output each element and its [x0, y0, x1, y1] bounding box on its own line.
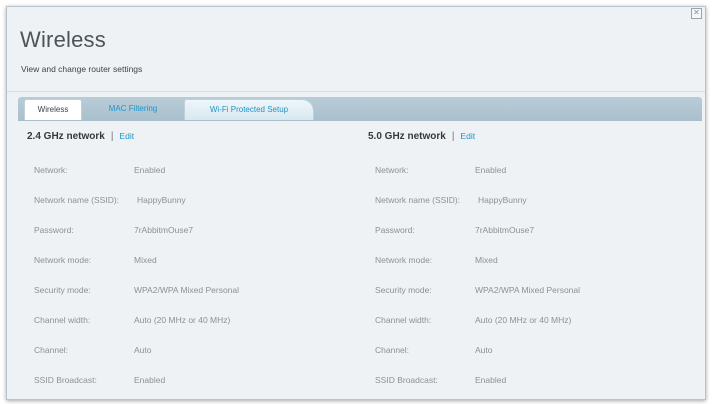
setting-value: 7rAbbitmOuse7 [475, 225, 535, 235]
setting-row: Password: 7rAbbitmOuse7 [27, 225, 347, 239]
header-divider [7, 91, 705, 92]
setting-value: Auto (20 MHz or 40 MHz) [134, 315, 231, 325]
setting-row: Channel width: Auto (20 MHz or 40 MHz) [27, 315, 347, 329]
section-header: 5.0 GHz network | Edit [368, 131, 475, 142]
setting-value: Enabled [475, 375, 507, 385]
setting-value: Enabled [134, 375, 166, 385]
setting-label: Security mode: [375, 285, 432, 295]
setting-value: Enabled [475, 165, 507, 175]
setting-value: WPA2/WPA Mixed Personal [475, 285, 581, 295]
tab-content: 2.4 GHz network | Edit Network: Enabled Net… [18, 121, 702, 399]
setting-row: Network: Enabled [27, 165, 347, 179]
section-title: 2.4 GHz network [27, 131, 105, 142]
page-subtitle: View and change router settings [21, 64, 143, 74]
tab-bar: Wireless MAC Filtering Wi-Fi Protected S… [18, 97, 702, 121]
edit-5ghz-link[interactable]: Edit [460, 131, 475, 141]
setting-value: WPA2/WPA Mixed Personal [134, 285, 240, 295]
setting-label: Network name (SSID): [34, 195, 120, 205]
separator: | [110, 131, 114, 142]
setting-label: Network mode: [375, 255, 433, 265]
setting-row: Network name (SSID): HappyBunny [27, 195, 347, 209]
page-title: Wireless [20, 27, 106, 52]
setting-row: Network: Enabled [368, 165, 688, 179]
setting-value: 7rAbbitmOuse7 [134, 225, 194, 235]
tab-mac-filtering[interactable]: MAC Filtering [86, 99, 180, 119]
close-icon[interactable]: ✕ [691, 8, 702, 19]
setting-value: Mixed [134, 255, 157, 265]
setting-label: Network: [34, 165, 68, 175]
setting-value: Auto [475, 345, 493, 355]
setting-label: Channel width: [34, 315, 91, 325]
setting-row: Security mode: WPA2/WPA Mixed Personal [27, 285, 347, 299]
wireless-dialog: ✕ Wireless View and change router settin… [6, 6, 706, 400]
setting-label: Channel: [375, 345, 410, 355]
setting-label: Password: [375, 225, 415, 235]
setting-row: Channel width: Auto (20 MHz or 40 MHz) [368, 315, 688, 329]
setting-label: Network: [375, 165, 409, 175]
setting-label: Password: [34, 225, 74, 235]
setting-label: Network mode: [34, 255, 92, 265]
setting-row: Network mode: Mixed [368, 255, 688, 269]
setting-value: HappyBunny [478, 195, 527, 205]
setting-value: HappyBunny [137, 195, 186, 205]
setting-value: Auto (20 MHz or 40 MHz) [475, 315, 572, 325]
setting-row: Channel: Auto [368, 345, 688, 359]
setting-row: Password: 7rAbbitmOuse7 [368, 225, 688, 239]
setting-row: Channel: Auto [27, 345, 347, 359]
section-header: 2.4 GHz network | Edit [27, 131, 134, 142]
setting-row: Network name (SSID): HappyBunny [368, 195, 688, 209]
section-title: 5.0 GHz network [368, 131, 446, 142]
setting-label: SSID Broadcast: [375, 375, 438, 385]
setting-value: Auto [134, 345, 152, 355]
setting-label: Channel: [34, 345, 69, 355]
setting-label: Security mode: [34, 285, 91, 295]
setting-value: Enabled [134, 165, 166, 175]
tab-wifi-protected-setup[interactable]: Wi-Fi Protected Setup [184, 99, 314, 120]
separator: | [451, 131, 455, 142]
setting-row: Network mode: Mixed [27, 255, 347, 269]
setting-row: SSID Broadcast: Enabled [27, 375, 347, 389]
setting-label: Network name (SSID): [375, 195, 461, 205]
tab-wireless[interactable]: Wireless [24, 99, 82, 120]
setting-row: Security mode: WPA2/WPA Mixed Personal [368, 285, 688, 299]
setting-label: Channel width: [375, 315, 432, 325]
setting-label: SSID Broadcast: [34, 375, 97, 385]
setting-row: SSID Broadcast: Enabled [368, 375, 688, 389]
edit-24ghz-link[interactable]: Edit [119, 131, 134, 141]
setting-value: Mixed [475, 255, 498, 265]
